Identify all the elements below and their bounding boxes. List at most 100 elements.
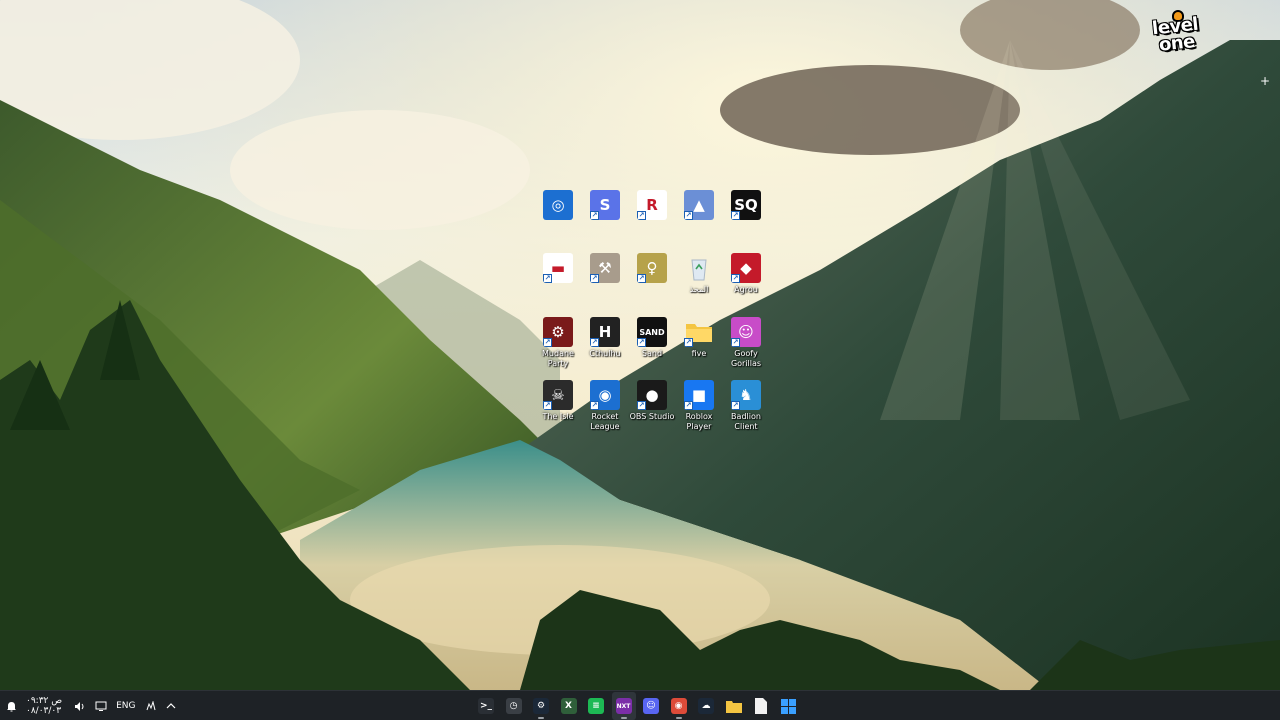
notepad-taskbar-button[interactable]	[749, 692, 773, 720]
discord-taskbar-icon: ☺	[643, 698, 659, 714]
clock-taskbar-icon: ◷	[505, 698, 522, 714]
shortcut-arrow-icon: ↗	[590, 211, 599, 220]
red-glasses-app-icon: ▬ ↗	[543, 253, 573, 283]
rocket-league-icon: ◉ ↗	[590, 380, 620, 410]
the-isle-icon: ☠ ↗	[543, 380, 573, 410]
s-app-icon: S ↗	[590, 190, 620, 220]
shortcut-arrow-icon: ↗	[637, 211, 646, 220]
start-taskbar-button[interactable]	[777, 692, 801, 720]
shortcut-arrow-icon: ↗	[590, 274, 599, 283]
chrome-taskbar-icon: ◉	[670, 698, 687, 714]
desktop-icon-label: Cthulhu	[589, 349, 621, 358]
steam2-taskbar-icon: ☁	[698, 698, 714, 714]
brown-app-icon: ⚒ ↗	[590, 253, 620, 283]
shortcut-arrow-icon: ↗	[543, 338, 552, 347]
terminal-taskbar-icon: >_	[478, 698, 494, 714]
goofy-gorillas-icon: ☺ ↗	[731, 317, 761, 347]
running-indicator	[538, 717, 544, 719]
level-one-logo: level one	[1146, 10, 1206, 70]
xbox-taskbar-button[interactable]: X	[557, 692, 581, 720]
recycle-bin-icon	[684, 253, 714, 283]
desktop-icon-label: OBS Studio	[629, 412, 675, 421]
notepad-taskbar-icon	[753, 698, 769, 714]
system-tray: ۰۹:۳۲ ص ۰۸/۰۳/۰۳ ENG	[6, 691, 185, 720]
network-icon[interactable]	[95, 701, 107, 712]
desktop-icon-label: المحذ	[689, 285, 709, 294]
clock-taskbar-button[interactable]: ◷	[502, 692, 526, 720]
desktop-icon-label: five	[691, 349, 707, 358]
shortcut-arrow-icon: ↗	[684, 338, 693, 347]
terminal-taskbar-button[interactable]: >_	[474, 692, 498, 720]
truck-app-icon: ▲ ↗	[684, 190, 714, 220]
desktop-icon[interactable]: ▲ ↗	[676, 186, 722, 222]
badlion-client-icon: ♞ ↗	[731, 380, 761, 410]
taskbar-apps: >_ ◷ ⚙ X ≡ NXT ☺ ◉ ☁	[474, 691, 804, 720]
running-indicator	[620, 717, 627, 719]
shortcut-arrow-icon: ↗	[637, 338, 646, 347]
desktop-icon[interactable]: ♀ ↗	[629, 249, 675, 285]
desktop-icon[interactable]: ♞ ↗ Badlion Client	[723, 376, 769, 432]
steam2-taskbar-button[interactable]: ☁	[694, 692, 718, 720]
shortcut-arrow-icon: ↗	[637, 274, 646, 283]
desktop-icon[interactable]: ◉ ↗ Rocket League	[582, 376, 628, 432]
desktop-icon[interactable]: ☺ ↗ Goofy Gorillas	[723, 313, 769, 369]
sq-app-icon: SQ ↗	[731, 190, 761, 220]
chevron-up-icon[interactable]	[166, 702, 176, 710]
desktop-icon-label: Agrou	[734, 285, 758, 294]
desktop-icon[interactable]: H ↗ Cthulhu	[582, 313, 628, 359]
chrome-taskbar-button[interactable]: ◉	[667, 692, 691, 720]
clock-date: ۰۸/۰۳/۰۳	[26, 706, 62, 716]
desktop-icon[interactable]: ↗ five	[676, 313, 722, 359]
shortcut-arrow-icon: ↗	[731, 274, 740, 283]
shortcut-arrow-icon: ↗	[590, 401, 599, 410]
desktop-icon[interactable]: ■ ↗ Roblox Player	[676, 376, 722, 432]
mudane-party-icon: ⚙ ↗	[543, 317, 573, 347]
shortcut-arrow-icon: ↗	[731, 338, 740, 347]
desktop-icon[interactable]: ▬ ↗	[535, 249, 581, 285]
shortcut-arrow-icon: ↗	[543, 274, 552, 283]
desktop-icon[interactable]: R ↗	[629, 186, 675, 222]
desktop-icon[interactable]: ☠ ↗ The Isle	[535, 376, 581, 422]
volume-icon[interactable]	[74, 701, 86, 712]
desktop-icon-grid: ◎ S ↗ R ↗ ▲ ↗ SQ ↗ ▬ ↗ ⚒ ↗ ♀ ↗ المحذ ◆ ↗ Agrou ⚙ ↗ Mudane Par…	[535, 186, 775, 436]
pen-icon[interactable]	[145, 700, 157, 712]
desktop-icon[interactable]: ◎	[535, 186, 581, 222]
shortcut-arrow-icon: ↗	[543, 401, 552, 410]
desktop-icon[interactable]: S ↗	[582, 186, 628, 222]
clock-time: ۰۹:۳۲ ص	[26, 696, 63, 706]
spotify-taskbar-icon: ≡	[588, 698, 604, 714]
next-taskbar-icon: NXT	[615, 698, 632, 714]
desktop-icon[interactable]: ⚒ ↗	[582, 249, 628, 285]
desktop-icon[interactable]: ◆ ↗ Agrou	[723, 249, 769, 295]
desktop-icon-label: Roblox Player	[685, 412, 713, 431]
discord-taskbar-button[interactable]: ☺	[639, 692, 663, 720]
desktop-icon[interactable]: ⚙ ↗ Mudane Party	[535, 313, 581, 369]
clock[interactable]: ۰۹:۳۲ ص ۰۸/۰۳/۰۳	[26, 696, 62, 716]
shortcut-arrow-icon: ↗	[590, 338, 599, 347]
desktop-icon-label: Mudane Party	[542, 349, 574, 368]
language-indicator[interactable]: ENG	[116, 701, 135, 711]
xbox-taskbar-icon: X	[560, 698, 577, 714]
shortcut-arrow-icon: ↗	[637, 401, 646, 410]
desktop-icon[interactable]: SQ ↗	[723, 186, 769, 222]
steam-taskbar-icon: ⚙	[533, 698, 549, 714]
sketch-app-icon: ♀ ↗	[637, 253, 667, 283]
desktop-icon-label: The Isle	[542, 412, 574, 421]
desktop-icon-label: Sand	[641, 349, 663, 358]
desktop-icon[interactable]: SAND ↗ Sand	[629, 313, 675, 359]
taskbar: ۰۹:۳۲ ص ۰۸/۰۳/۰۳ ENG >_ ◷ ⚙ X ≡ NXT ☺ ◉ ☁	[0, 690, 1280, 720]
r-app-icon: R ↗	[637, 190, 667, 220]
file-explorer-taskbar-button[interactable]	[722, 692, 746, 720]
running-indicator	[675, 717, 682, 719]
spotify-taskbar-button[interactable]: ≡	[584, 692, 608, 720]
shortcut-arrow-icon: ↗	[731, 401, 740, 410]
desktop-icon[interactable]: المحذ	[676, 249, 722, 295]
notification-icon[interactable]	[6, 701, 17, 712]
roblox-player-icon: ■ ↗	[684, 380, 714, 410]
steam-taskbar-button[interactable]: ⚙	[529, 692, 553, 720]
desktop-icon-label: Goofy Gorillas	[730, 349, 762, 368]
shortcut-arrow-icon: ↗	[684, 211, 693, 220]
desktop-icon[interactable]: ● ↗ OBS Studio	[629, 376, 675, 422]
next-taskbar-button[interactable]: NXT	[611, 692, 636, 720]
plus-icon: +	[1260, 74, 1271, 88]
